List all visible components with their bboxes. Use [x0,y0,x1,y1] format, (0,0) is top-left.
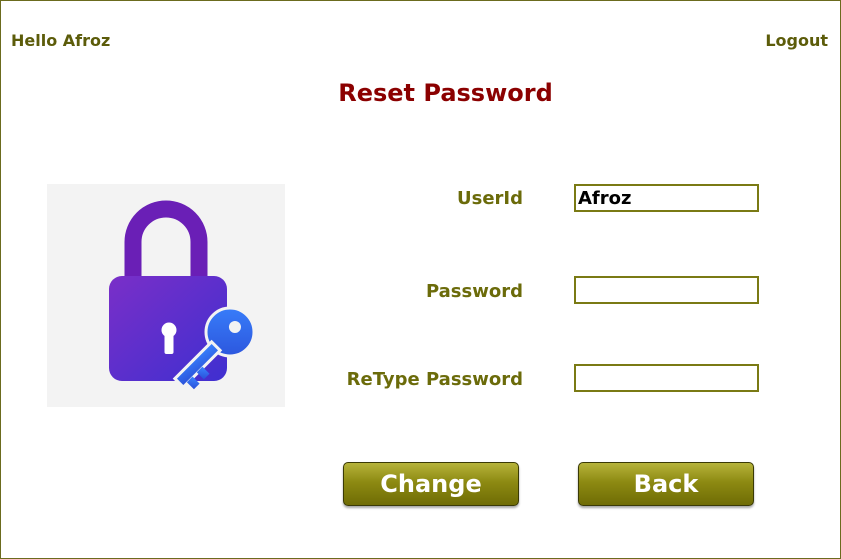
userid-label: UserId [457,188,523,209]
page-frame: Hello Afroz Logout Reset Password UserId… [0,0,841,559]
page-title: Reset Password [338,79,553,107]
greeting-text: Hello Afroz [11,31,111,50]
userid-field[interactable] [574,184,759,212]
retype-password-label: ReType Password [346,369,523,390]
back-button[interactable]: Back [578,462,754,506]
password-field[interactable] [574,276,759,304]
change-button[interactable]: Change [343,462,519,506]
retype-password-field[interactable] [574,364,759,392]
logout-link[interactable]: Logout [765,31,828,50]
password-label: Password [425,281,523,302]
